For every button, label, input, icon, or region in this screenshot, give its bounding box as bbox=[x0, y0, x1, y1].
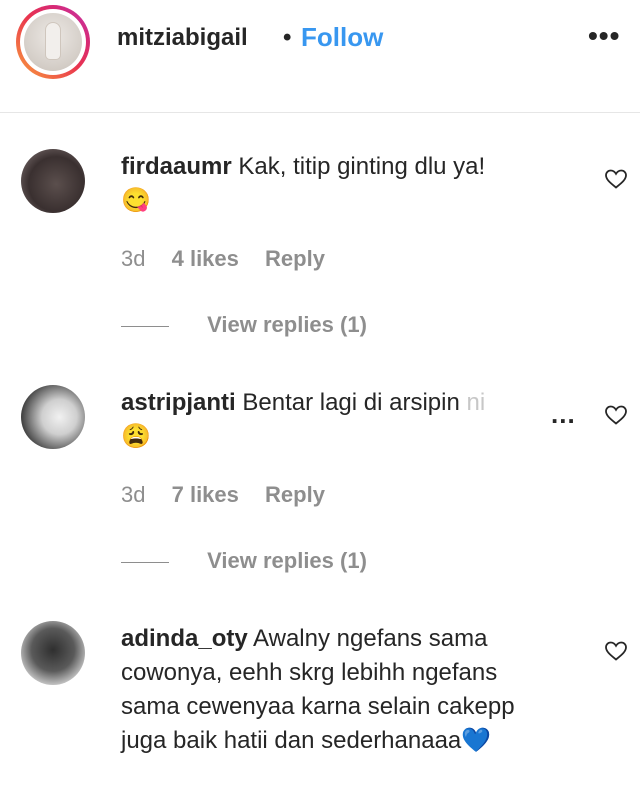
view-replies-button[interactable]: View replies (1) bbox=[207, 312, 367, 337]
replies-divider-line bbox=[121, 325, 169, 327]
comment-username[interactable]: astripjanti bbox=[121, 389, 236, 416]
comment-username[interactable]: adinda_oty bbox=[121, 625, 248, 652]
comment-text: firdaaumr Kak, titip ginting dlu ya! 😋 bbox=[121, 150, 561, 218]
comment-emoji: 😩 bbox=[121, 423, 151, 450]
comment-likes[interactable]: 7 likes bbox=[172, 482, 239, 507]
post-author-username[interactable]: mitziabigail bbox=[117, 24, 248, 52]
replies-divider-line bbox=[121, 561, 169, 563]
view-replies: View replies (1) bbox=[121, 312, 367, 338]
comment-emoji: 💙 bbox=[461, 727, 492, 754]
story-ring-inner bbox=[20, 9, 86, 75]
follow-button[interactable]: Follow bbox=[301, 22, 383, 53]
view-replies-button[interactable]: View replies (1) bbox=[207, 548, 367, 573]
comment-body: Bentar lagi di arsipin bbox=[242, 389, 460, 416]
comment-time: 3d bbox=[121, 482, 146, 507]
avatar[interactable] bbox=[24, 13, 82, 71]
comment-emoji: 😋 bbox=[121, 187, 151, 214]
comment-avatar[interactable] bbox=[21, 621, 85, 685]
post-header: mitziabigail • Follow ••• bbox=[0, 0, 640, 113]
comment-likes[interactable]: 4 likes bbox=[172, 246, 239, 271]
story-ring[interactable] bbox=[16, 5, 90, 79]
reply-button[interactable]: Reply bbox=[265, 246, 325, 271]
more-text-icon[interactable]: ... bbox=[551, 401, 576, 427]
comment-meta: 3d 7 likes Reply bbox=[121, 482, 345, 508]
heart-icon[interactable] bbox=[604, 403, 628, 427]
separator-dot: • bbox=[283, 24, 292, 51]
comment-truncated-tail: ni bbox=[466, 389, 486, 416]
view-replies: View replies (1) bbox=[121, 548, 367, 574]
more-options-icon[interactable]: ••• bbox=[588, 22, 620, 50]
comment-avatar[interactable] bbox=[21, 149, 85, 213]
comment-username[interactable]: firdaaumr bbox=[121, 153, 232, 180]
comment-text: astripjanti Bentar lagi di arsipin ni 😩 bbox=[121, 386, 561, 454]
comment-meta: 3d 4 likes Reply bbox=[121, 246, 345, 272]
comment-text: adinda_oty Awalny ngefans sama cowonya, … bbox=[121, 622, 561, 758]
comment-avatar[interactable] bbox=[21, 385, 85, 449]
heart-icon[interactable] bbox=[604, 639, 628, 663]
reply-button[interactable]: Reply bbox=[265, 482, 325, 507]
comment-time: 3d bbox=[121, 246, 146, 271]
heart-icon[interactable] bbox=[604, 167, 628, 191]
comment-body: Kak, titip ginting dlu ya! bbox=[238, 153, 486, 180]
avatar-figure bbox=[46, 23, 60, 59]
